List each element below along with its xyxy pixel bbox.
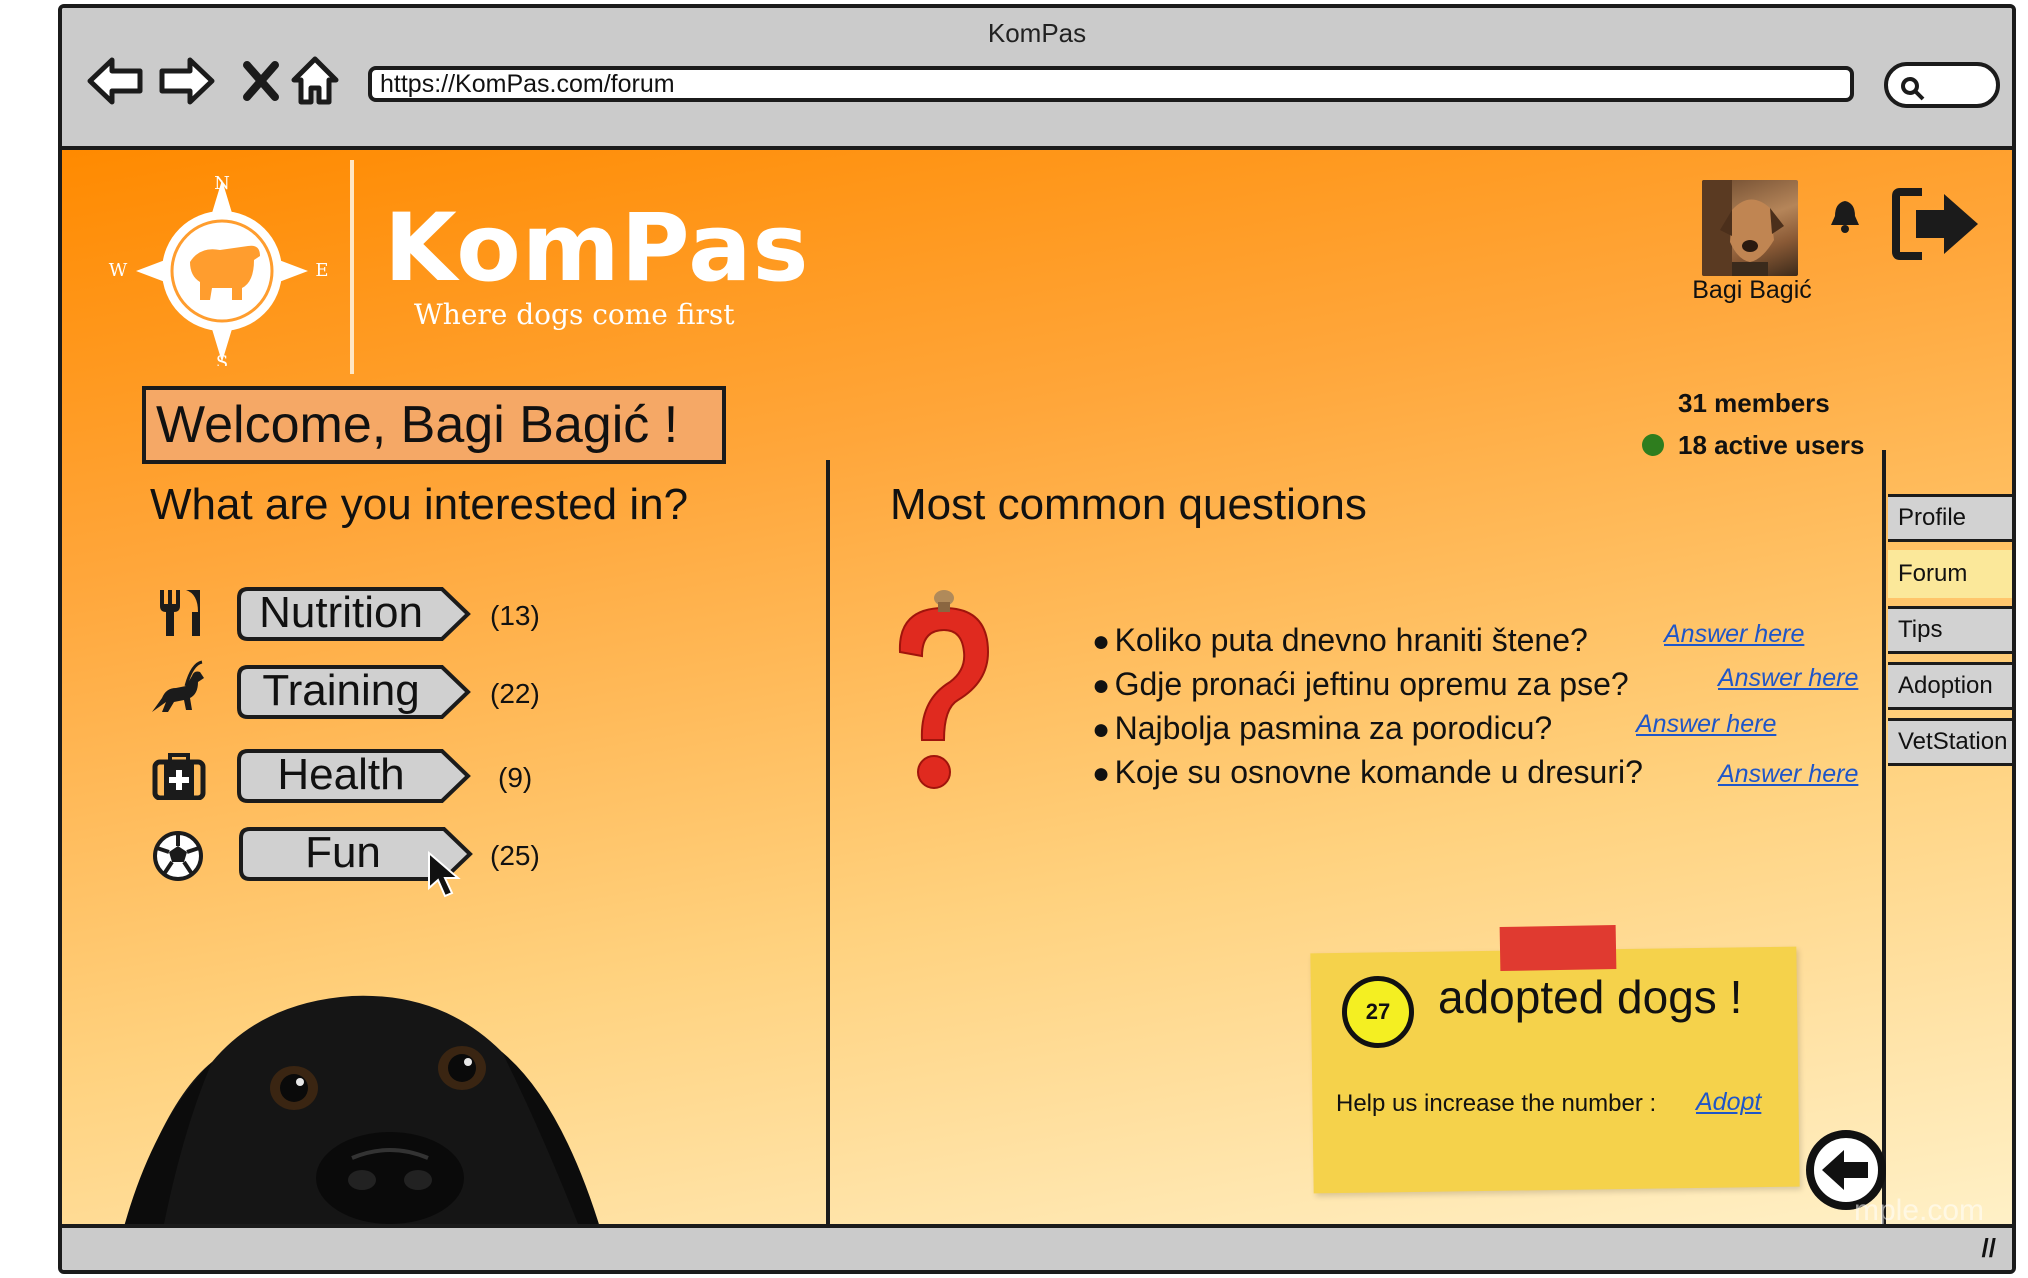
svg-text:E: E [315, 260, 328, 281]
first-aid-kit-icon [152, 752, 206, 806]
running-dog-icon [146, 658, 204, 712]
welcome-banner: Welcome, Bagi Bagić ! [142, 386, 726, 464]
faq-question: Koje su osnovne komande u dresuri? [1114, 754, 1643, 790]
forward-nav-icon[interactable] [156, 50, 218, 112]
resize-grip-icon[interactable]: // [1982, 1233, 1996, 1264]
faq-item: ● Najbolja pasmina za porodicu? [1092, 710, 1553, 746]
tab-forum[interactable]: Forum [1888, 550, 2012, 598]
back-nav-icon[interactable] [84, 50, 146, 112]
adopted-label: adopted dogs ! [1438, 971, 1743, 1023]
tab-vetstation[interactable]: VetStation [1888, 718, 2012, 766]
faq-item: ● Koje su osnovne komande u dresuri? [1092, 754, 1643, 790]
category-nutrition-button[interactable]: Nutrition [236, 586, 472, 641]
category-health-button[interactable]: Health [236, 748, 472, 803]
faq-question: Najbolja pasmina za porodicu? [1114, 710, 1553, 746]
category-label: Fun [305, 828, 381, 877]
browser-window: KomPas https://KomPas.com/forum N E S W … [58, 4, 2016, 1274]
tab-profile[interactable]: Profile [1888, 494, 2012, 542]
category-label: Nutrition [259, 588, 423, 637]
category-training-button[interactable]: Training [236, 664, 472, 719]
column-divider [826, 460, 830, 1240]
logo-divider [350, 160, 354, 374]
fork-knife-icon [152, 586, 206, 640]
sticky-tape [1499, 924, 1617, 972]
soccer-ball-icon [152, 830, 206, 884]
adopt-link[interactable]: Adopt [1696, 1088, 1761, 1117]
browser-search[interactable] [1884, 62, 2000, 108]
window-title: KomPas [987, 18, 1087, 48]
category-count: (25) [490, 840, 540, 871]
category-count: (22) [490, 678, 540, 709]
column-divider [1882, 450, 1886, 1240]
svg-text:S: S [216, 352, 228, 366]
user-avatar[interactable] [1702, 180, 1798, 276]
faq-item: ● Gdje pronaći jeftinu opremu za pse? [1092, 666, 1629, 702]
adoption-help-text: Help us increase the number : [1336, 1090, 1657, 1117]
bell-icon[interactable] [1828, 198, 1862, 239]
category-count: (9) [498, 762, 533, 793]
watermark: mple.com [1854, 1194, 1985, 1227]
tab-adoption[interactable]: Adoption [1888, 662, 2012, 710]
stop-icon[interactable] [230, 50, 292, 112]
category-count: (13) [490, 600, 540, 631]
svg-text:N: N [214, 176, 230, 194]
dog-photo [122, 982, 602, 1234]
question-mark-icon [888, 590, 998, 801]
user-name: Bagi Bagić [1692, 276, 1812, 304]
faq-heading: Most common questions [890, 480, 1367, 529]
mouse-cursor-icon [426, 850, 462, 903]
home-icon[interactable] [284, 50, 346, 112]
active-users-count: 18 active users [1678, 430, 1865, 460]
svg-text:W: W [109, 260, 128, 281]
category-label: Health [277, 750, 405, 799]
faq-item: ● Koliko puta dnevno hraniti štene? [1092, 622, 1588, 658]
faq-answer-link[interactable]: Answer here [1718, 664, 1858, 693]
members-count: 31 members [1678, 388, 1830, 418]
logout-icon[interactable] [1892, 186, 1982, 267]
online-status-dot [1642, 434, 1664, 456]
faq-answer-link[interactable]: Answer here [1664, 620, 1804, 649]
browser-toolbar: KomPas https://KomPas.com/forum [62, 8, 2012, 150]
brand-tagline: Where dogs come first [414, 298, 735, 331]
faq-question: Gdje pronaći jeftinu opremu za pse? [1114, 666, 1629, 702]
status-bar: // [62, 1224, 2012, 1270]
brand-name: KomPas [384, 194, 810, 303]
url-bar[interactable]: https://KomPas.com/forum [368, 66, 1854, 102]
interests-heading: What are you interested in? [150, 480, 689, 529]
forum-page: N E S W KomPas Where dogs come first Bag… [62, 150, 2012, 1240]
category-label: Training [262, 666, 420, 715]
faq-answer-link[interactable]: Answer here [1636, 710, 1776, 739]
faq-question: Koliko puta dnevno hraniti štene? [1114, 622, 1588, 658]
tab-tips[interactable]: Tips [1888, 606, 2012, 654]
search-icon [1901, 77, 1925, 101]
adopted-count-badge: 27 [1342, 976, 1414, 1048]
compass-logo: N E S W [102, 173, 342, 373]
faq-answer-link[interactable]: Answer here [1718, 760, 1858, 789]
